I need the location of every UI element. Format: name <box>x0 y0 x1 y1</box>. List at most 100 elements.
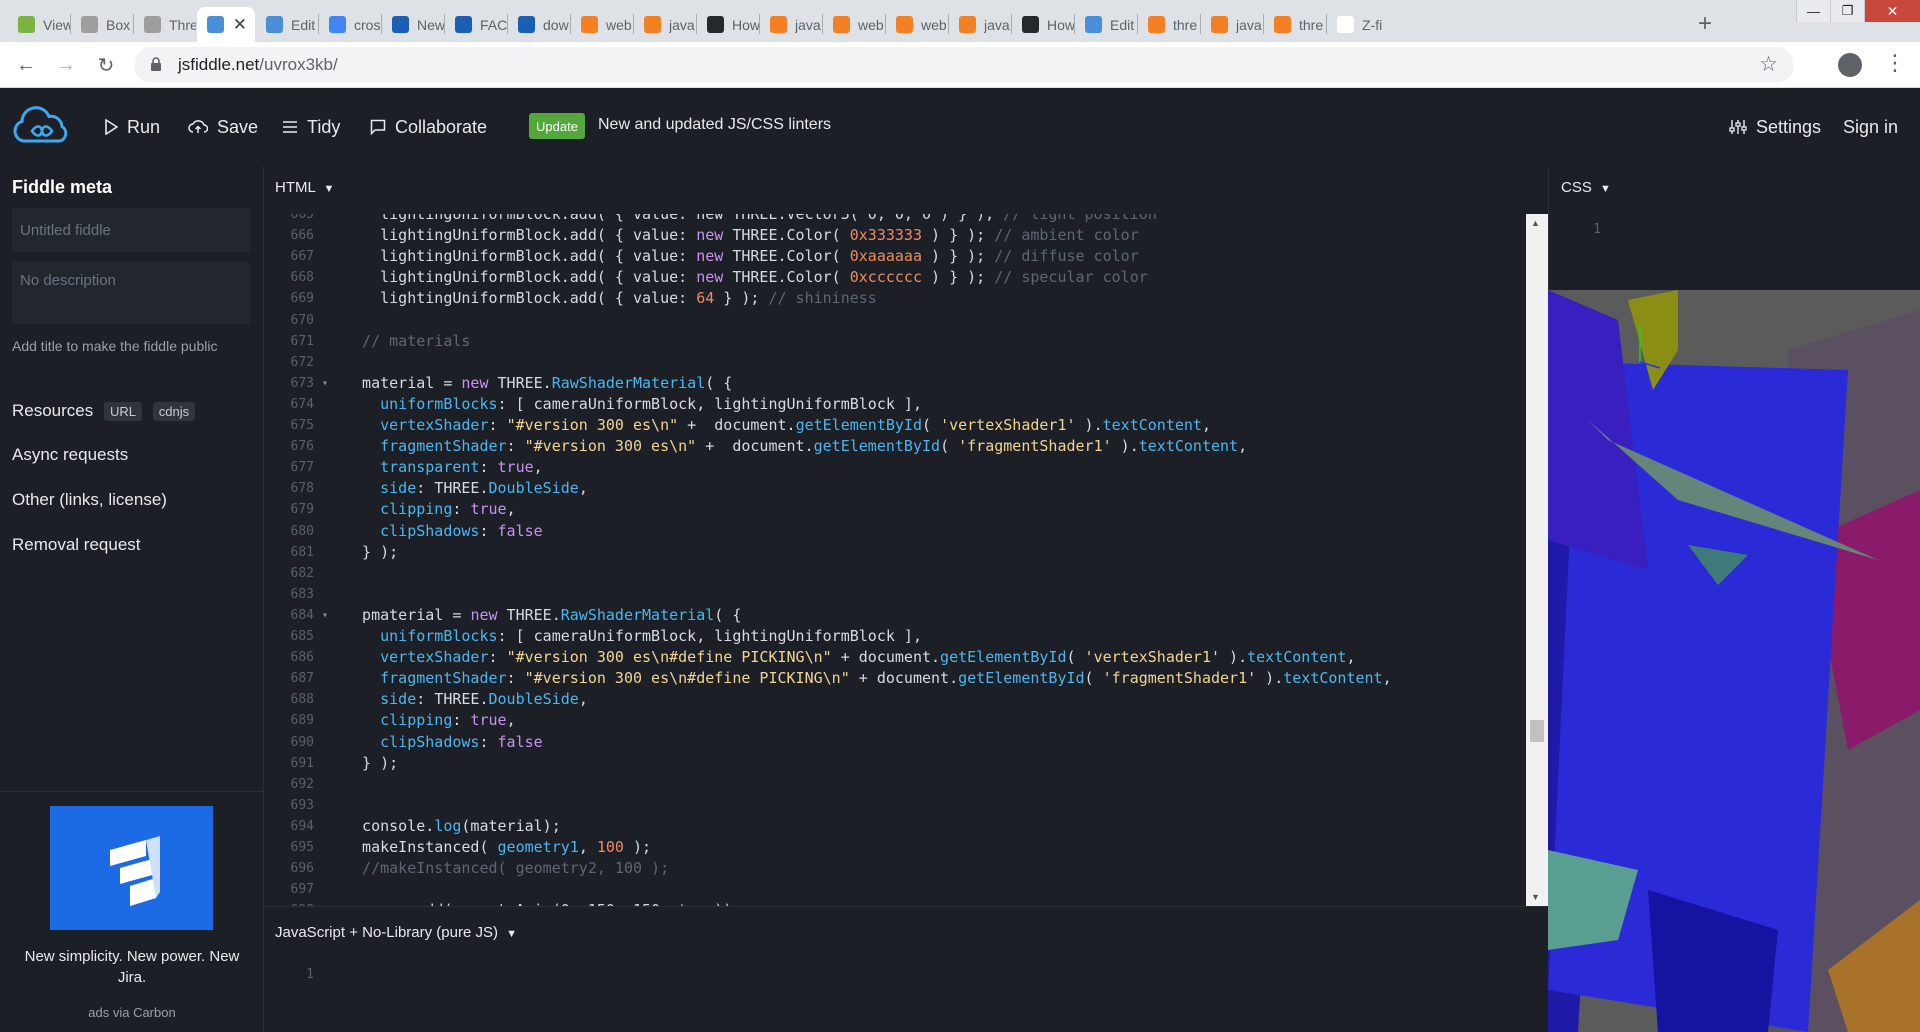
fiddle-title-input[interactable] <box>12 208 250 252</box>
code-line[interactable]: 688 side: THREE.DoubleSide, <box>264 689 1528 710</box>
back-icon[interactable]: ← <box>12 51 40 79</box>
tidy-button[interactable]: Tidy <box>282 116 340 138</box>
browser-tab[interactable]: FAC <box>445 7 507 42</box>
code-line[interactable]: 687 fragmentShader: "#version 300 es\n#d… <box>264 668 1528 689</box>
code-line[interactable]: 682 <box>264 563 1528 584</box>
code-line[interactable]: 676 fragmentShader: "#version 300 es\n" … <box>264 436 1528 457</box>
browser-tab[interactable]: Thre <box>134 7 196 42</box>
removal-request-link[interactable]: Removal request <box>12 535 141 555</box>
collaborate-button[interactable]: Collaborate <box>370 116 487 138</box>
browser-tab[interactable]: cros <box>319 7 381 42</box>
code-line[interactable]: 670 <box>264 310 1528 331</box>
code-line[interactable]: 675 vertexShader: "#version 300 es\n" + … <box>264 415 1528 436</box>
minimize-button[interactable]: — <box>1796 0 1830 22</box>
browser-tab[interactable]: Edit <box>1075 7 1137 42</box>
save-button[interactable]: Save <box>188 116 258 138</box>
sign-in-link[interactable]: Sign in <box>1843 116 1898 138</box>
browser-tab[interactable]: I✕ <box>197 7 255 42</box>
code-line[interactable]: 692 <box>264 774 1528 795</box>
code-line[interactable]: 695 makeInstanced( geometry1, 100 ); <box>264 837 1528 858</box>
fiddle-description-input[interactable] <box>12 262 250 324</box>
code-line[interactable]: 678 side: THREE.DoubleSide, <box>264 478 1528 499</box>
browser-tab[interactable]: How <box>1012 7 1074 42</box>
browser-tab[interactable]: web <box>823 7 885 42</box>
other-links-license-link[interactable]: Other (links, license) <box>12 490 167 510</box>
code-line[interactable]: 696 //makeInstanced( geometry2, 100 ); <box>264 858 1528 879</box>
cdnjs-pill[interactable]: cdnjs <box>152 402 196 422</box>
url-pill[interactable]: URL <box>104 402 143 422</box>
editor-scrollbar[interactable]: ▲ ▼ <box>1526 214 1548 906</box>
bookmark-star-icon[interactable]: ☆ <box>1759 52 1778 77</box>
code-line[interactable]: 674 uniformBlocks: [ cameraUniformBlock,… <box>264 394 1528 415</box>
code-line[interactable]: 666 lightingUniformBlock.add( { value: n… <box>264 225 1528 246</box>
code-line[interactable]: 681 } ); <box>264 542 1528 563</box>
async-requests-link[interactable]: Async requests <box>12 445 128 465</box>
javascript-editor-panel[interactable]: JavaScript + No-Library (pure JS) ▼ 1 <box>264 906 1548 1032</box>
browser-tab[interactable]: Edit <box>256 7 318 42</box>
new-tab-button[interactable]: + <box>1690 9 1720 39</box>
scrollbar-thumb[interactable] <box>1530 720 1544 742</box>
html-code-editor[interactable]: 665 lightingUniformBlock.add( { value: n… <box>264 214 1528 906</box>
address-bar[interactable]: jsfiddle.net/uvrox3kb/ ☆ <box>134 47 1794 83</box>
code-line[interactable]: 697 <box>264 879 1528 900</box>
code-line[interactable]: 694 console.log(material); <box>264 816 1528 837</box>
update-text[interactable]: New and updated JS/CSS linters <box>598 116 831 134</box>
code-line[interactable]: 669 lightingUniformBlock.add( { value: 6… <box>264 288 1528 309</box>
html-panel-label[interactable]: HTML ▼ <box>275 179 334 196</box>
code-line[interactable]: 665 lightingUniformBlock.add( { value: n… <box>264 214 1528 225</box>
code-line[interactable]: 685 uniformBlocks: [ cameraUniformBlock,… <box>264 626 1528 647</box>
resources-link[interactable]: Resources URL cdnjs <box>12 401 196 422</box>
code-line[interactable]: 690 clipShadows: false <box>264 732 1528 753</box>
fold-arrow-icon[interactable]: ▾ <box>322 605 328 626</box>
jsfiddle-logo-icon[interactable] <box>12 105 70 145</box>
scroll-down-icon[interactable]: ▼ <box>1531 892 1540 902</box>
code-line[interactable]: 677 transparent: true, <box>264 457 1528 478</box>
forward-icon[interactable]: → <box>52 51 80 79</box>
browser-tab[interactable]: java <box>1201 7 1263 42</box>
browser-tab[interactable]: thre <box>1264 7 1326 42</box>
run-button[interactable]: Run <box>104 116 160 138</box>
code-line[interactable]: 668 lightingUniformBlock.add( { value: n… <box>264 267 1528 288</box>
browser-tab[interactable]: View <box>8 7 70 42</box>
code-line[interactable]: 691 } ); <box>264 753 1528 774</box>
browser-tab[interactable]: How <box>697 7 759 42</box>
reload-icon[interactable]: ↻ <box>92 51 120 79</box>
code-line[interactable]: 671 // materials <box>264 331 1528 352</box>
code-line[interactable]: 680 clipShadows: false <box>264 521 1528 542</box>
browser-tab[interactable]: java <box>760 7 822 42</box>
code-line[interactable]: 667 lightingUniformBlock.add( { value: n… <box>264 246 1528 267</box>
ads-via-carbon-link[interactable]: ads via Carbon <box>0 1005 264 1020</box>
browser-tab[interactable]: thre <box>1138 7 1200 42</box>
js-panel-label[interactable]: JavaScript + No-Library (pure JS) ▼ <box>275 924 517 941</box>
code-line[interactable]: 673 ▾ material = new THREE.RawShaderMater… <box>264 373 1528 394</box>
ad-text[interactable]: New simplicity. New power. New Jira. <box>16 946 248 988</box>
browser-tab[interactable]: Box <box>71 7 133 42</box>
browser-tab[interactable]: web <box>886 7 948 42</box>
browser-tab[interactable]: java <box>634 7 696 42</box>
maximize-button[interactable]: ❐ <box>1830 0 1864 22</box>
fold-arrow-icon[interactable]: ▾ <box>322 373 328 394</box>
profile-avatar-icon[interactable] <box>1838 53 1862 77</box>
code-line[interactable]: 689 clipping: true, <box>264 710 1528 731</box>
browser-menu-icon[interactable]: ⋮ <box>1884 50 1906 76</box>
scroll-up-icon[interactable]: ▲ <box>1531 218 1540 228</box>
browser-tab[interactable]: dow <box>508 7 570 42</box>
code-line[interactable]: 693 <box>264 795 1528 816</box>
browser-tab[interactable]: New <box>382 7 444 42</box>
code-line[interactable]: 683 <box>264 584 1528 605</box>
settings-button[interactable]: Settings <box>1729 116 1821 138</box>
code-line[interactable]: 672 <box>264 352 1528 373</box>
browser-tab[interactable]: java <box>949 7 1011 42</box>
close-tab-icon[interactable]: ✕ <box>233 15 247 35</box>
update-badge[interactable]: Update <box>529 113 585 139</box>
code-line[interactable]: 686 vertexShader: "#version 300 es\n#def… <box>264 647 1528 668</box>
code-line[interactable]: 679 clipping: true, <box>264 499 1528 520</box>
jira-ad-image[interactable] <box>50 806 213 930</box>
css-editor-panel[interactable]: CSS ▼ 1 <box>1548 166 1920 290</box>
browser-tab[interactable]: web <box>571 7 633 42</box>
close-window-button[interactable]: ✕ <box>1864 0 1920 22</box>
browser-tab[interactable]: Z-fi <box>1327 7 1389 42</box>
result-preview-canvas[interactable] <box>1548 290 1920 1032</box>
css-panel-label[interactable]: CSS ▼ <box>1561 179 1611 196</box>
code-line[interactable]: 684 ▾ pmaterial = new THREE.RawShaderMate… <box>264 605 1528 626</box>
